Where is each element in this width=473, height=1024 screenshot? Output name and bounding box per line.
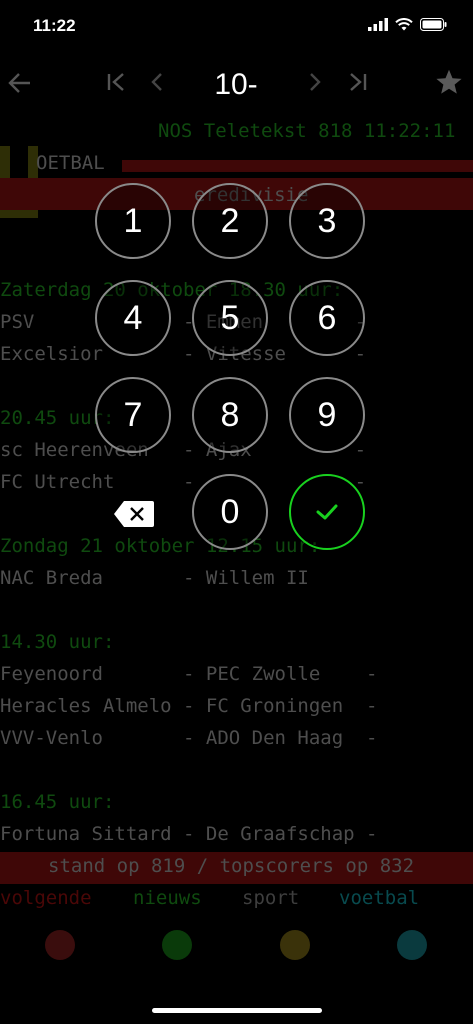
backspace-icon	[114, 501, 154, 527]
confirm-button[interactable]	[289, 474, 365, 550]
home-indicator[interactable]	[152, 1008, 322, 1013]
key-0[interactable]: 0	[192, 474, 268, 550]
key-8[interactable]: 8	[192, 377, 268, 453]
key-3[interactable]: 3	[289, 183, 365, 259]
checkmark-icon	[316, 504, 338, 520]
key-5[interactable]: 5	[192, 280, 268, 356]
key-2[interactable]: 2	[192, 183, 268, 259]
page-number-keypad: 1 2 3 4 5 6 7 8 9 0	[0, 0, 473, 1024]
key-4[interactable]: 4	[95, 280, 171, 356]
key-9[interactable]: 9	[289, 377, 365, 453]
key-1[interactable]: 1	[95, 183, 171, 259]
backspace-button[interactable]	[112, 499, 156, 529]
key-6[interactable]: 6	[289, 280, 365, 356]
key-7[interactable]: 7	[95, 377, 171, 453]
